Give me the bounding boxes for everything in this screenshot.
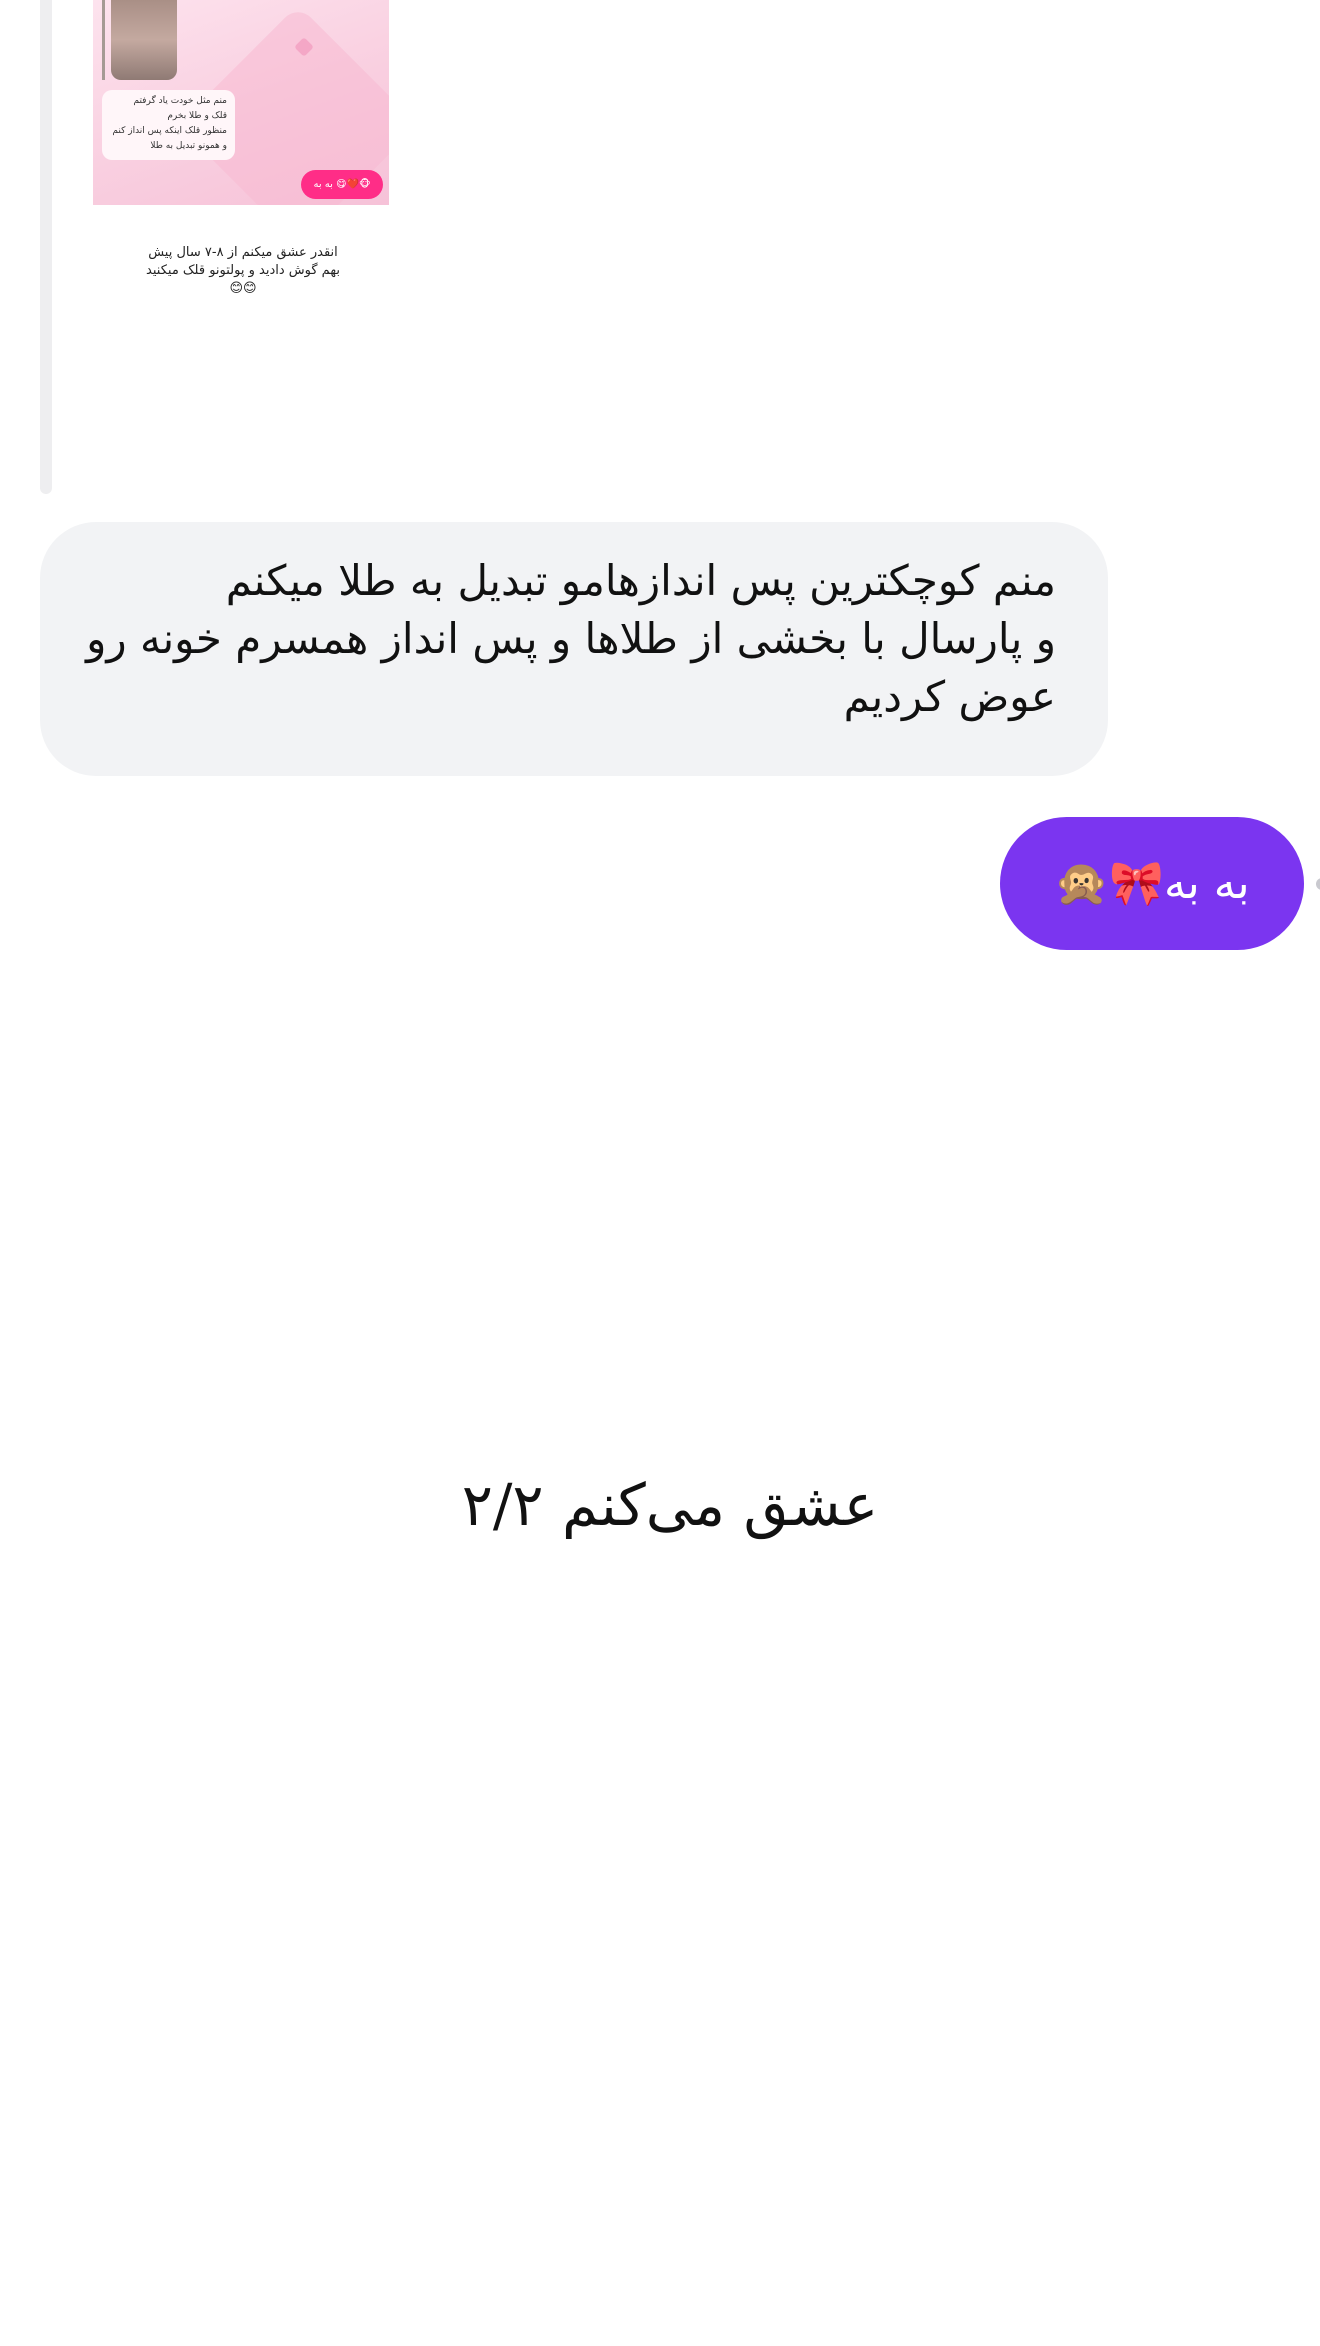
story-note-line: قلک و طلا بخرم (167, 111, 227, 121)
chat-screen: منم مثل خودت یاد گرفتم قلک و طلا بخرم من… (0, 0, 1320, 2346)
message-line: و پارسال با بخشی از طلاها و پس انداز همس… (86, 614, 1056, 663)
edge-indicator (1316, 878, 1320, 890)
received-message-bubble[interactable]: منم کوچکترین پس اندازهامو تبدیل به طلا م… (40, 522, 1108, 776)
story-reaction-pill: 🐵❤️😋 به به (301, 170, 383, 199)
message-line: منم کوچکترین پس اندازهامو تبدیل به طلا م… (225, 556, 1056, 605)
story-caption-line: انقدر عشق میکنم از ۸-۷ سال پیش (148, 245, 338, 260)
story-note-line: منظور قلک اینکه پس انداز کنم (112, 126, 227, 136)
story-preview[interactable]: منم مثل خودت یاد گرفتم قلک و طلا بخرم من… (93, 0, 389, 205)
story-photo (102, 0, 177, 80)
story-caption-line: 😊😊 (229, 281, 257, 296)
sent-message-bubble[interactable]: به به🎀🙊 (1000, 817, 1304, 950)
quoted-reply-bar (40, 0, 52, 494)
story-caption: انقدر عشق میکنم از ۸-۷ سال پیش بهم گوش د… (133, 244, 353, 298)
story-note-line: منم مثل خودت یاد گرفتم (133, 96, 227, 106)
story-caption-line: بهم گوش دادید و پولتونو قلک میکنید (146, 263, 340, 278)
story-note-line: و همونو تبدیل به طلا (150, 141, 227, 151)
page-counter: عشق می‌کنم ۲/۲ (461, 1471, 879, 1539)
message-line: عوض کردیم (843, 672, 1056, 721)
story-note: منم مثل خودت یاد گرفتم قلک و طلا بخرم من… (102, 90, 235, 160)
